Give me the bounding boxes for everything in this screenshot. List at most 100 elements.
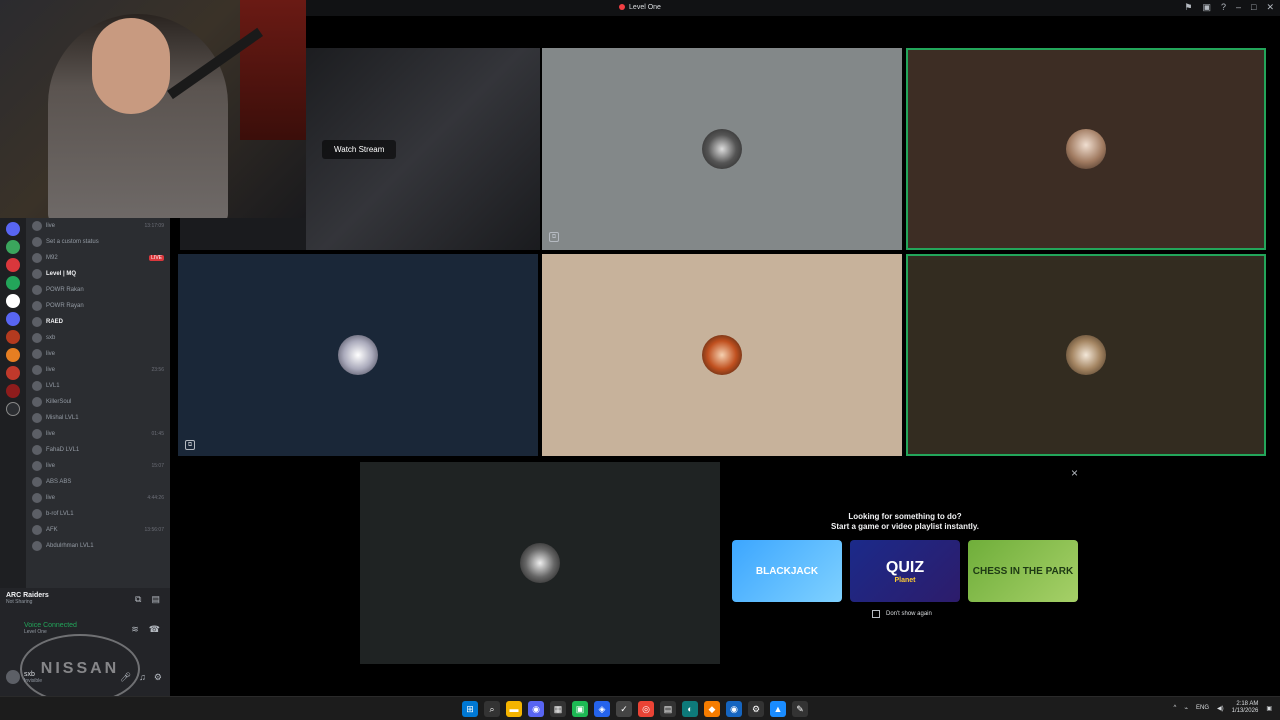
voice-connected[interactable]: Voice Connected Level One [24, 622, 77, 635]
voice-member-row[interactable]: FahaD LVL1 [26, 442, 170, 458]
voice-member-row[interactable]: live 4:44:26 [26, 490, 170, 506]
chess-in-the-park-card[interactable]: CHESS IN THE PARK [968, 540, 1078, 602]
minimize-icon[interactable]: – [1236, 2, 1241, 13]
app-icon[interactable]: ◆ [704, 701, 720, 717]
participant-tile[interactable] [178, 254, 538, 456]
app-icon[interactable]: ▣ [572, 701, 588, 717]
voice-member-row[interactable]: AFK 13:56:07 [26, 522, 170, 538]
server-icon[interactable] [6, 294, 20, 308]
participant-tile-speaking[interactable] [906, 48, 1266, 250]
webcam-chair [240, 0, 306, 140]
participant-tile-speaking[interactable] [906, 254, 1266, 456]
voice-member-row[interactable]: KillerSoul [26, 394, 170, 410]
search-icon[interactable]: ⌕ [484, 701, 500, 717]
quiz-planet-card[interactable]: QUIZ Planet [850, 540, 960, 602]
settings-icon[interactable]: ⚙ [748, 701, 764, 717]
voice-member-row[interactable]: POWR Rakan [26, 282, 170, 298]
voice-member-row[interactable]: Set a custom status [26, 234, 170, 250]
server-icon[interactable] [6, 258, 20, 272]
member-name: AFK [46, 527, 58, 533]
pin-icon[interactable]: ⚑ [1184, 2, 1192, 13]
avatar [32, 237, 42, 247]
disconnect-icon[interactable]: ☎ [149, 624, 160, 635]
app-icon[interactable]: ▦ [550, 701, 566, 717]
app-icon[interactable]: ✎ [792, 701, 808, 717]
app-icon[interactable]: ✓ [616, 701, 632, 717]
member-name: ABS ABS [46, 479, 72, 485]
activity-suggestions: × Looking for something to do? Start a g… [724, 462, 1086, 662]
avatar [1066, 129, 1106, 169]
discord-icon[interactable]: ◉ [528, 701, 544, 717]
member-name: live [46, 495, 56, 501]
screen-share-icon[interactable]: ⧉ [135, 594, 141, 605]
chrome-icon[interactable]: ◎ [638, 701, 654, 717]
noise-suppression-icon[interactable]: ≋ [131, 624, 139, 635]
voice-member-row[interactable]: b-rof LVL1 [26, 506, 170, 522]
member-name: Level | MQ [46, 271, 77, 277]
maximize-icon[interactable]: □ [1251, 2, 1256, 13]
activity-icon[interactable]: ▤ [151, 594, 160, 605]
voice-member-row[interactable]: Abdulrhman LVL1 [26, 538, 170, 554]
checkbox[interactable] [872, 610, 880, 618]
voice-member-row[interactable]: Level | MQ [26, 266, 170, 282]
voice-member-row[interactable]: sxb [26, 330, 170, 346]
voice-member-row[interactable]: live 15:07 [26, 458, 170, 474]
add-server-icon[interactable] [6, 402, 20, 416]
voice-member-row[interactable]: live 23:56 [26, 362, 170, 378]
voice-member-row[interactable]: ABS ABS [26, 474, 170, 490]
voice-member-row[interactable]: live [26, 346, 170, 362]
participant-tile[interactable] [360, 462, 720, 664]
close-icon[interactable]: × [1071, 466, 1078, 480]
language-indicator[interactable]: ENG [1196, 705, 1209, 711]
avatar [32, 525, 42, 535]
taskbar: ⊞ ⌕ ▬ ◉ ▦ ▣ ◈ ✓ ◎ ▤ ◐ ◆ ◉ ⚙ ▲ ✎ ^ ⌁ ENG … [0, 696, 1280, 720]
chevron-up-icon[interactable]: ^ [1174, 705, 1177, 711]
windows-start-icon[interactable]: ⊞ [462, 701, 478, 717]
voice-member-row[interactable]: M92 LIVE [26, 250, 170, 266]
member-name: Abdulrhman LVL1 [46, 543, 94, 549]
server-icon[interactable] [6, 348, 20, 362]
voice-actions: ≋ ☎ [131, 624, 160, 635]
inbox-icon[interactable]: ▣ [1202, 2, 1211, 13]
headphones-icon[interactable]: ♫ [139, 672, 146, 683]
notification-icon[interactable]: ▣ [1266, 705, 1272, 712]
app-icon[interactable]: ◉ [726, 701, 742, 717]
participant-tile[interactable] [542, 254, 902, 456]
screen-share-icon: ⧉ [185, 440, 195, 450]
server-icon[interactable] [6, 222, 20, 236]
voice-member-row[interactable]: POWR Rayan [26, 298, 170, 314]
blackjack-card[interactable]: BLACKJACK [732, 540, 842, 602]
server-icon[interactable] [6, 240, 20, 254]
member-name: M92 [46, 255, 58, 261]
help-icon[interactable]: ? [1221, 2, 1226, 13]
app-icon[interactable]: ▲ [770, 701, 786, 717]
voice-member-row[interactable]: live 01:45 [26, 426, 170, 442]
volume-icon[interactable]: ◀) [1217, 705, 1224, 712]
member-time: 13:56:07 [144, 527, 164, 533]
app-icon[interactable]: ▤ [660, 701, 676, 717]
member-name: RAED [46, 319, 64, 325]
edge-icon[interactable]: ◐ [682, 701, 698, 717]
mic-icon[interactable]: 🎤︎ [120, 672, 131, 683]
network-icon[interactable]: ⌁ [1184, 705, 1188, 712]
participant-tile[interactable] [542, 48, 902, 250]
avatar [32, 493, 42, 503]
voice-member-row[interactable]: LVL1 [26, 378, 170, 394]
user-info[interactable]: sxb Invisible [6, 670, 42, 684]
watch-stream-button[interactable]: Watch Stream [322, 140, 397, 159]
server-icon[interactable] [6, 366, 20, 380]
close-window-icon[interactable]: ✕ [1266, 2, 1274, 13]
voice-member-row[interactable]: Mishal LVL1 [26, 410, 170, 426]
server-icon[interactable] [6, 312, 20, 326]
member-name: POWR Rakan [46, 287, 84, 293]
settings-icon[interactable]: ⚙ [154, 672, 162, 683]
server-icon[interactable] [6, 276, 20, 290]
server-icon[interactable] [6, 384, 20, 398]
clock[interactable]: 2:18 AM 1/13/2026 [1232, 701, 1259, 715]
server-icon[interactable] [6, 330, 20, 344]
voice-member-row[interactable]: RAED [26, 314, 170, 330]
app-icon[interactable]: ◈ [594, 701, 610, 717]
dont-show-again[interactable]: Don't show again [872, 610, 932, 618]
voice-member-row[interactable]: live 13:17:09 [26, 218, 170, 234]
file-explorer-icon[interactable]: ▬ [506, 701, 522, 717]
